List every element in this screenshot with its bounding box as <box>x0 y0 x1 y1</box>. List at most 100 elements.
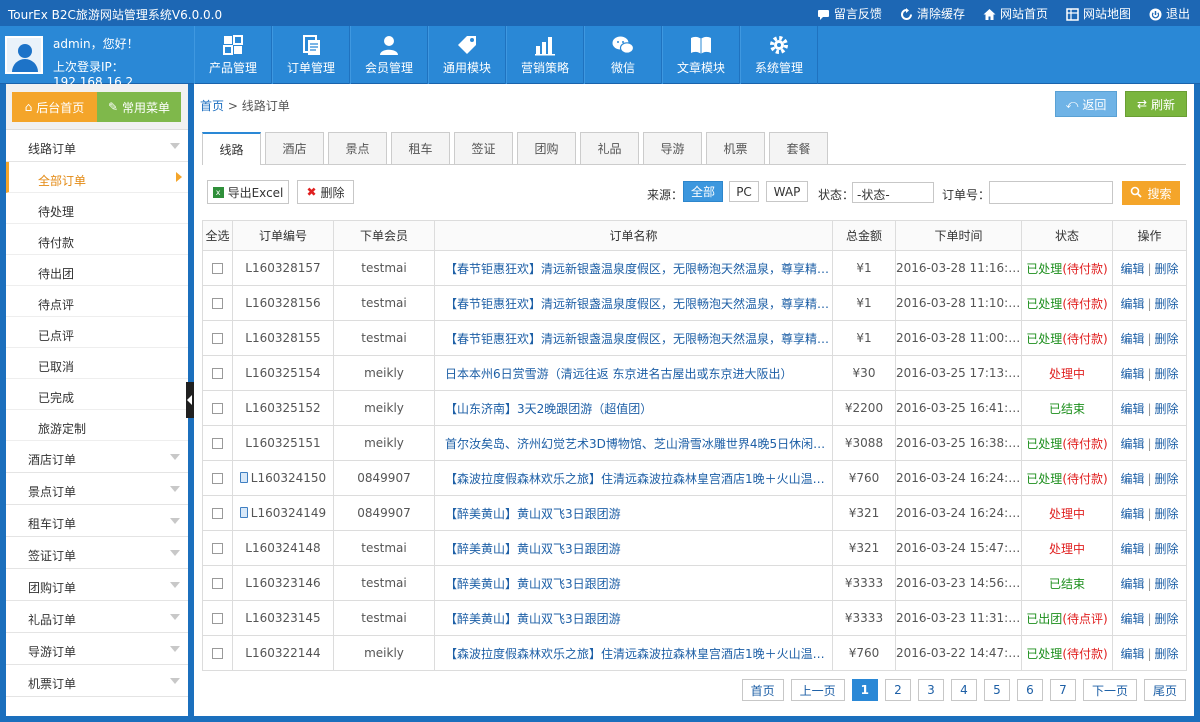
edit-link[interactable]: 编辑 <box>1120 402 1144 416</box>
common-menu-button[interactable]: ✎ 常用菜单 <box>97 92 181 122</box>
sidebar-item-reviewed[interactable]: 已点评 <box>6 317 188 348</box>
delete-link[interactable]: 删除 <box>1155 647 1179 661</box>
tab-hotel[interactable]: 酒店 <box>265 132 324 164</box>
member-cell[interactable]: testmai <box>333 285 435 321</box>
tab-guide[interactable]: 导游 <box>643 132 702 164</box>
edit-link[interactable]: 编辑 <box>1120 297 1144 311</box>
order-no[interactable]: L160324148 <box>245 541 320 555</box>
order-no[interactable]: L160322144 <box>245 646 320 660</box>
module-wechat[interactable]: 微信 <box>584 26 662 84</box>
order-name-cell[interactable]: 【醉美黄山】黄山双飞3日跟团游 <box>434 565 833 601</box>
row-checkbox[interactable] <box>212 613 223 624</box>
member-cell[interactable]: testmai <box>333 530 435 566</box>
order-no[interactable]: L160328155 <box>245 331 320 345</box>
tab-route[interactable]: 线路 <box>202 132 261 165</box>
order-name-cell[interactable]: 【春节钜惠狂欢】清远新银盏温泉度假区，无限畅泡天然温泉，尊享精美自助餐 <box>434 250 833 286</box>
row-checkbox[interactable] <box>212 333 223 344</box>
page-number-button[interactable]: 1 <box>851 679 878 701</box>
edit-link[interactable]: 编辑 <box>1120 612 1144 626</box>
status-select[interactable]: -状态- <box>852 182 934 203</box>
order-name-cell[interactable]: 【春节钜惠狂欢】清远新银盏温泉度假区，无限畅泡天然温泉，尊享精美自助餐 <box>434 285 833 321</box>
order-no-cell[interactable]: L160323145 <box>232 600 334 636</box>
order-name-cell[interactable]: 【春节钜惠狂欢】清远新银盏温泉度假区，无限畅泡天然温泉，尊享精美自助餐 <box>434 320 833 356</box>
page-number-button[interactable]: 6 <box>1016 679 1043 701</box>
sidebar-item-to-review[interactable]: 待点评 <box>6 286 188 317</box>
edit-link[interactable]: 编辑 <box>1120 542 1144 556</box>
order-no-cell[interactable]: L160325151 <box>232 425 334 461</box>
export-excel-button[interactable]: x 导出Excel <box>207 180 289 204</box>
tab-gift[interactable]: 礼品 <box>580 132 639 164</box>
edit-link[interactable]: 编辑 <box>1120 507 1144 521</box>
sidebar-group-guide-orders[interactable]: 导游订单 <box>6 633 188 665</box>
order-no[interactable]: L160325151 <box>245 436 320 450</box>
order-name-cell[interactable]: 日本本州6日赏雪游（清远往返 东京进名古屋出或东京进大阪出） <box>434 355 833 391</box>
order-no-cell[interactable]: L160324150 <box>232 460 334 496</box>
tab-package[interactable]: 套餐 <box>769 132 828 164</box>
order-name-cell[interactable]: 首尔汝矣岛、济州幻觉艺术3D博物馆、芝山滑雪冰雕世界4晚5日休闲之旅 <box>434 425 833 461</box>
order-no-cell[interactable]: L160322144 <box>232 635 334 671</box>
row-checkbox[interactable] <box>212 543 223 554</box>
order-no-cell[interactable]: L160328157 <box>232 250 334 286</box>
page-number-button[interactable]: 4 <box>950 679 977 701</box>
source-all-button[interactable]: 全部 <box>683 181 723 202</box>
row-checkbox[interactable] <box>212 438 223 449</box>
edit-link[interactable]: 编辑 <box>1120 437 1144 451</box>
delete-link[interactable]: 删除 <box>1155 367 1179 381</box>
source-wap-button[interactable]: WAP <box>766 181 808 202</box>
order-no-cell[interactable]: L160323146 <box>232 565 334 601</box>
delete-link[interactable]: 删除 <box>1155 332 1179 346</box>
order-no[interactable]: L160328156 <box>245 296 320 310</box>
order-no-cell[interactable]: L160325154 <box>232 355 334 391</box>
delete-link[interactable]: 删除 <box>1155 437 1179 451</box>
order-name-cell[interactable]: 【山东济南】3天2晚跟团游（超值团） <box>434 390 833 426</box>
edit-link[interactable]: 编辑 <box>1120 577 1144 591</box>
member-cell[interactable]: testmai <box>333 320 435 356</box>
order-no-cell[interactable]: L160328156 <box>232 285 334 321</box>
order-name-cell[interactable]: 【森波拉度假森林欢乐之旅】住清远森波拉森林皇宫酒店1晚＋火山温泉＋奇幻森林 <box>434 635 833 671</box>
page-number-button[interactable]: 3 <box>917 679 944 701</box>
order-no[interactable]: L160324150 <box>251 471 326 485</box>
row-checkbox[interactable] <box>212 473 223 484</box>
delete-link[interactable]: 删除 <box>1155 577 1179 591</box>
delete-button[interactable]: ✖ 删除 <box>297 180 354 204</box>
order-name-cell[interactable]: 【森波拉度假森林欢乐之旅】住清远森波拉森林皇宫酒店1晚＋火山温泉＋奇幻森林 <box>434 460 833 496</box>
module-marketing[interactable]: 营销策略 <box>506 26 584 84</box>
sidebar-item-cancelled[interactable]: 已取消 <box>6 348 188 379</box>
row-checkbox[interactable] <box>212 403 223 414</box>
member-cell[interactable]: meikly <box>333 635 435 671</box>
delete-link[interactable]: 删除 <box>1155 297 1179 311</box>
page-prev-button[interactable]: 上一页 <box>790 679 845 701</box>
edit-link[interactable]: 编辑 <box>1120 367 1144 381</box>
order-no-cell[interactable]: L160324149 <box>232 495 334 531</box>
member-cell[interactable]: testmai <box>333 565 435 601</box>
page-number-button[interactable]: 5 <box>983 679 1010 701</box>
module-article[interactable]: 文章模块 <box>662 26 740 84</box>
order-no-cell[interactable]: L160324148 <box>232 530 334 566</box>
tab-visa[interactable]: 签证 <box>454 132 513 164</box>
member-cell[interactable]: testmai <box>333 600 435 636</box>
order-name-cell[interactable]: 【醉美黄山】黄山双飞3日跟团游 <box>434 600 833 636</box>
source-pc-button[interactable]: PC <box>729 181 759 202</box>
sidebar-group-groupbuy-orders[interactable]: 团购订单 <box>6 569 188 601</box>
module-order[interactable]: 订单管理 <box>272 26 350 84</box>
page-last-button[interactable]: 尾页 <box>1143 679 1186 701</box>
order-no-cell[interactable]: L160325152 <box>232 390 334 426</box>
row-checkbox[interactable] <box>212 298 223 309</box>
topnav-clear-cache[interactable]: 清除缓存 <box>900 5 965 22</box>
sidebar-group-scenic-orders[interactable]: 景点订单 <box>6 473 188 505</box>
sidebar-group-car-orders[interactable]: 租车订单 <box>6 505 188 537</box>
delete-link[interactable]: 删除 <box>1155 507 1179 521</box>
page-next-button[interactable]: 下一页 <box>1082 679 1137 701</box>
row-checkbox[interactable] <box>212 648 223 659</box>
member-cell[interactable]: meikly <box>333 390 435 426</box>
member-cell[interactable]: testmai <box>333 250 435 286</box>
order-no-cell[interactable]: L160328155 <box>232 320 334 356</box>
topnav-logout[interactable]: 退出 <box>1149 5 1190 22</box>
page-first-button[interactable]: 首页 <box>741 679 784 701</box>
edit-link[interactable]: 编辑 <box>1120 472 1144 486</box>
order-no[interactable]: L160323145 <box>245 611 320 625</box>
order-name-cell[interactable]: 【醉美黄山】黄山双飞3日跟团游 <box>434 530 833 566</box>
order-no[interactable]: L160325152 <box>245 401 320 415</box>
sidebar-group-gift-orders[interactable]: 礼品订单 <box>6 601 188 633</box>
page-number-button[interactable]: 2 <box>884 679 911 701</box>
